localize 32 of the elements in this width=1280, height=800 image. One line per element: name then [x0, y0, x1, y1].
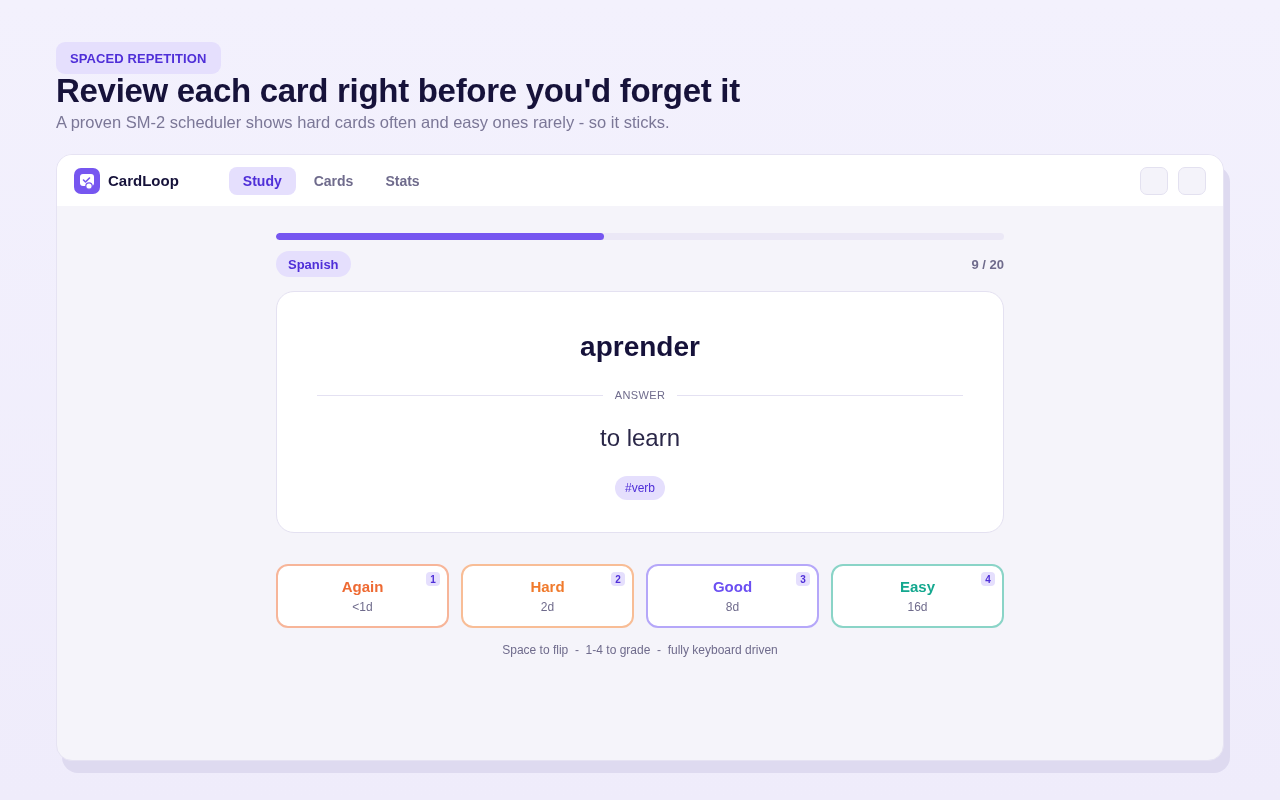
grade-label: Good [712, 578, 753, 596]
app-name: CardLoop [108, 172, 179, 189]
card-tag: #verb [615, 476, 665, 500]
keyboard-hint: Space to flip - 1-4 to grade - fully keyboard driven [501, 643, 779, 657]
shortcut-key-badge: 4 [981, 572, 995, 586]
grade-interval: 8d [725, 600, 740, 614]
grade-button[interactable]: Easy 16d 4 [831, 564, 1004, 628]
grade-interval: 2d [540, 600, 555, 614]
shortcut-key-badge: 1 [426, 572, 440, 586]
shortcut-key-badge: 3 [796, 572, 810, 586]
shortcut-key-badge: 2 [611, 572, 625, 586]
grade-button[interactable]: Good 8d 3 [646, 564, 819, 628]
grade-interval: 16d [907, 600, 928, 614]
grade-label: Again [341, 578, 384, 596]
grade-button[interactable]: Again <1d 1 [276, 564, 449, 628]
nav-tab[interactable]: Cards [299, 166, 368, 195]
nav-tab[interactable]: Study [228, 166, 296, 195]
answer-divider-label: ANSWER [614, 388, 666, 402]
deck-chip: Spanish [276, 251, 351, 277]
logo-icon [74, 167, 100, 194]
grade-interval: <1d [352, 600, 373, 614]
nav-tab[interactable]: Stats [371, 166, 434, 195]
grade-label: Hard [530, 578, 565, 596]
card-back-translation: to learn [599, 423, 681, 453]
header-button[interactable] [1140, 166, 1168, 195]
grade-button[interactable]: Hard 2d 2 [461, 564, 634, 628]
card-counter: 9 / 20 [971, 256, 1004, 272]
card-front-word: aprender [580, 330, 700, 364]
grade-label: Easy [899, 578, 935, 596]
eyebrow-label: SPACED REPETITION [56, 42, 221, 74]
header-button[interactable] [1178, 166, 1206, 195]
page-subtitle: A proven SM-2 scheduler shows hard cards often and easy ones rarely - so it sticks. [56, 112, 671, 132]
